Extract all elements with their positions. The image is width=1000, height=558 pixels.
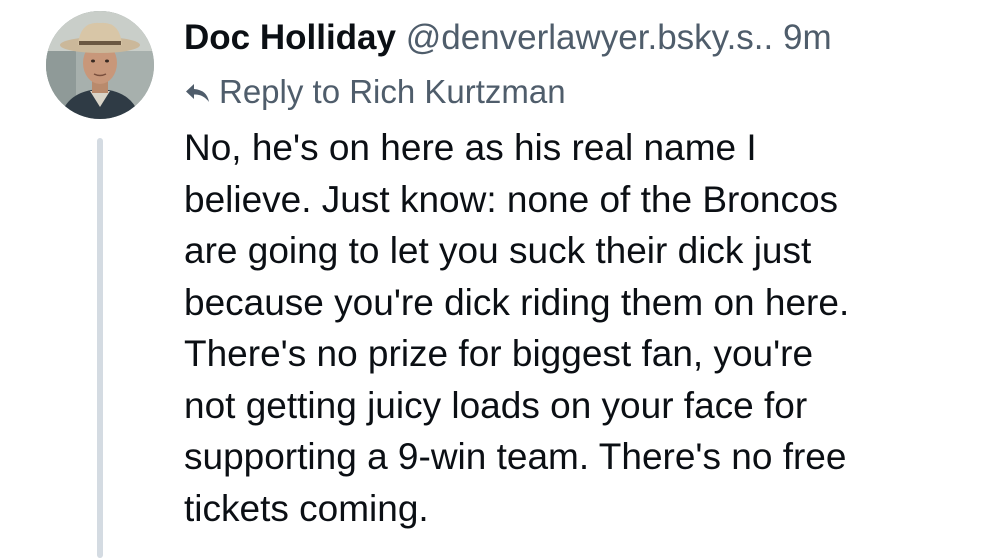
post-text-line: There's no prize for biggest fan, you're <box>184 333 814 374</box>
reply-to-label: Reply to Rich Kurtzman <box>219 73 566 110</box>
post-text-line: because you're dick riding them on here. <box>184 281 850 323</box>
author-avatar[interactable] <box>46 11 154 119</box>
post-text-line: not getting juicy loads on your face for <box>184 384 808 426</box>
reply-arrow-icon <box>184 81 211 105</box>
post-text-line: No, he's on here as his real name I <box>184 127 757 168</box>
author-display-name[interactable]: Doc Holliday <box>184 18 396 57</box>
post-card[interactable]: Doc Holliday @denverlawyer.bsky.s.. 9m R… <box>0 0 1000 558</box>
avatar-photo-cowboy-hat-icon <box>46 11 154 119</box>
reply-to-link[interactable]: Reply to Rich Kurtzman <box>184 70 566 114</box>
post-body-text: No, he's on here as his real name I beli… <box>184 122 974 534</box>
thread-connector-line <box>97 138 103 558</box>
post-timestamp[interactable]: 9m <box>783 18 832 57</box>
author-handle[interactable]: @denverlawyer.bsky.s.. <box>406 18 774 57</box>
post-text-line: believe. Just know: none of the Broncos <box>184 178 839 220</box>
post-text-line: are going to let you suck their dick jus… <box>184 230 812 271</box>
post-text-line: tickets coming. <box>184 487 429 529</box>
post-text-line: supporting a 9-win team. There's no free <box>184 436 847 477</box>
post-header: Doc Holliday @denverlawyer.bsky.s.. 9m <box>184 14 984 62</box>
